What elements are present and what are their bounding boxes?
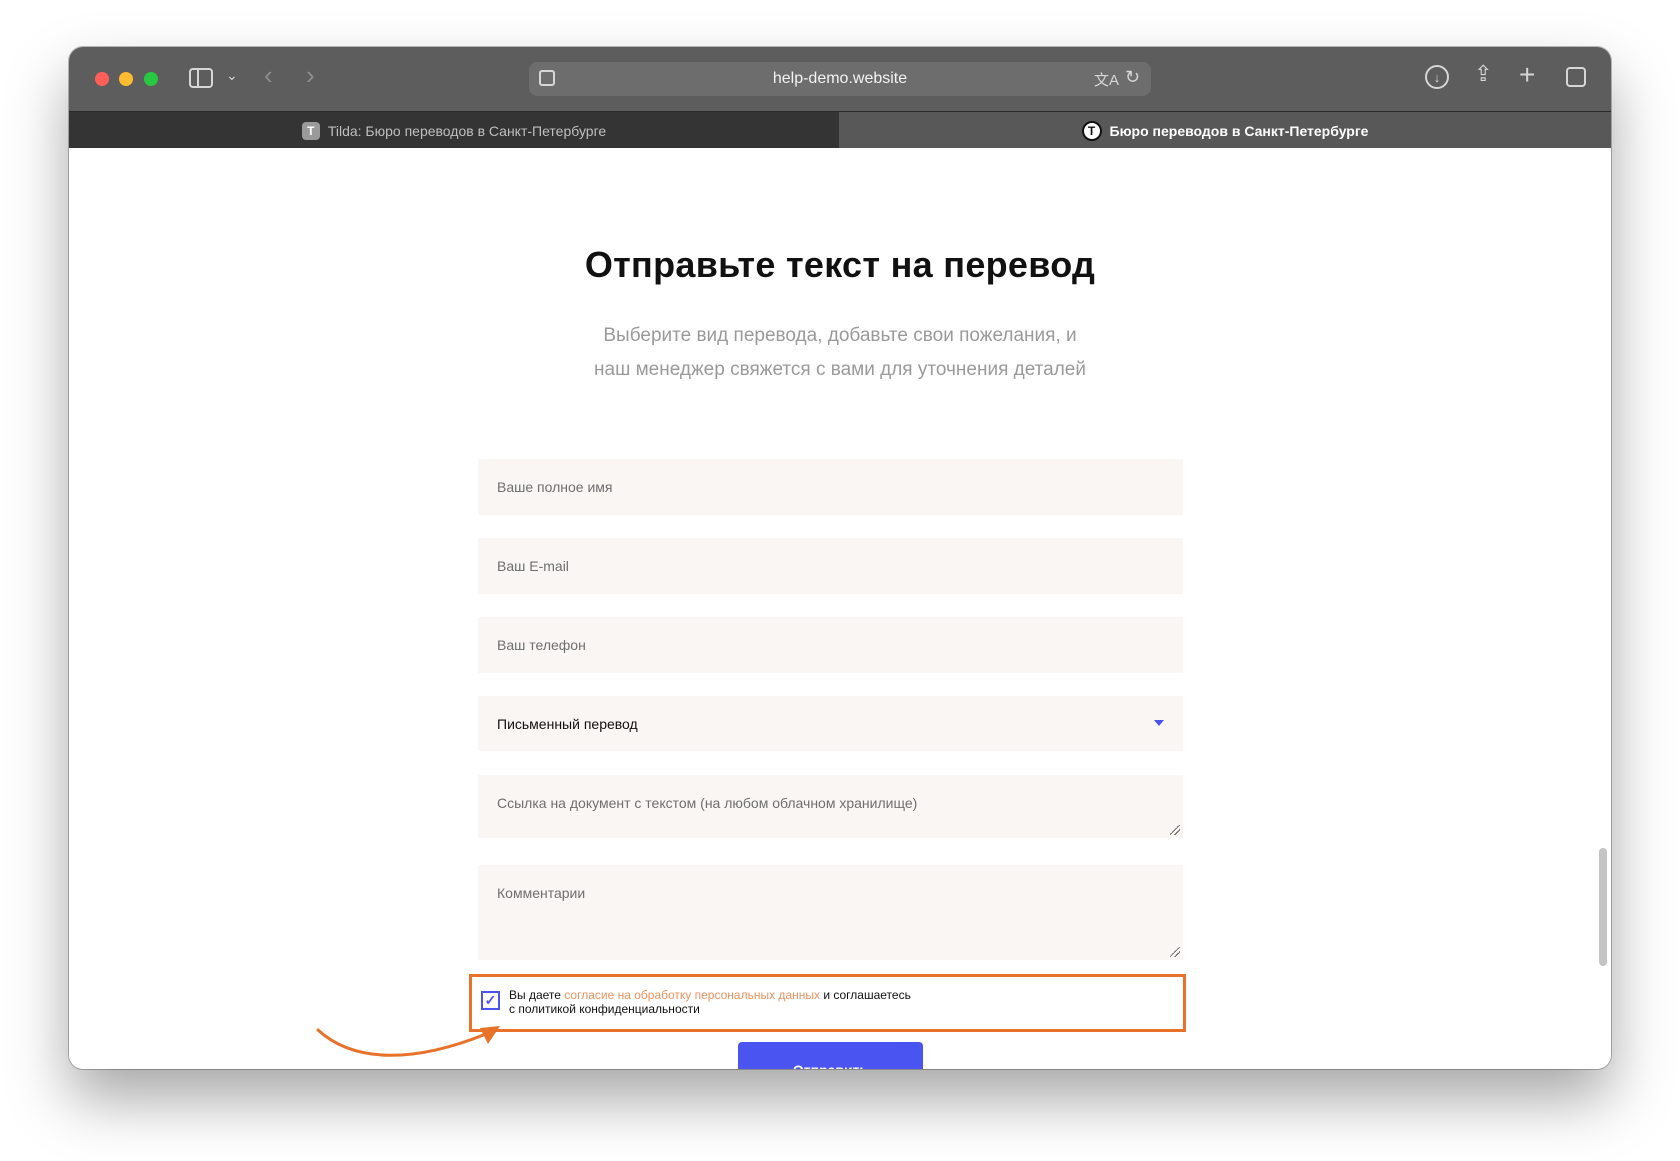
consent-text: Вы даете согласие на обработку персональ… <box>509 988 911 1016</box>
zoom-window-button[interactable] <box>144 72 158 86</box>
phone-field[interactable]: Ваш телефон <box>478 617 1183 673</box>
browser-toolbar: ⌄ ‹ › help-demo.website 文A ↻ ↓ ⇪ + <box>69 47 1611 111</box>
consent-suffix: и соглашаетесь <box>823 988 911 1002</box>
site-favicon-icon: T <box>1081 120 1102 141</box>
tab-overview-icon[interactable] <box>1566 67 1586 87</box>
consent-line-2: с политикой конфиденциальности <box>509 1002 700 1016</box>
forward-arrow-icon[interactable]: › <box>306 60 315 91</box>
consent-link[interactable]: согласие на обработку персональных данны… <box>564 988 820 1002</box>
chevron-down-icon[interactable]: ⌄ <box>226 67 238 84</box>
url-text: help-demo.website <box>772 70 908 87</box>
minimize-window-button[interactable] <box>119 72 133 86</box>
tab-active[interactable]: T Бюро переводов в Санкт-Петербурге <box>839 112 1611 149</box>
subtitle-line-2: наш менеджер свяжется с вами для уточнен… <box>594 359 1086 380</box>
resize-handle-icon[interactable] <box>1170 825 1180 835</box>
name-field[interactable]: Ваше полное имя <box>478 459 1183 515</box>
close-window-button[interactable] <box>95 72 109 86</box>
translation-type-select[interactable]: Письменный перевод <box>478 696 1183 751</box>
tab-label: Tilda: Бюро переводов в Санкт-Петербурге <box>327 122 607 139</box>
email-field[interactable]: Ваш E-mail <box>478 538 1183 594</box>
tilda-favicon-icon: T <box>301 121 320 140</box>
translate-icon[interactable]: 文A <box>1094 69 1119 90</box>
consent-highlight-box: ✓ Вы даете согласие на обработку персона… <box>469 974 1186 1032</box>
reload-icon[interactable]: ↻ <box>1125 67 1140 88</box>
comment-placeholder: Комментарии <box>497 885 586 901</box>
document-link-field[interactable]: Ссылка на документ с текстом (на любом о… <box>478 775 1183 838</box>
share-icon[interactable]: ⇪ <box>1474 61 1492 87</box>
resize-handle-icon[interactable] <box>1170 947 1180 957</box>
submit-button[interactable]: Отправить <box>738 1042 923 1069</box>
page-title: Отправьте текст на перевод <box>584 244 1096 285</box>
sidebar-icon[interactable] <box>189 68 213 88</box>
pointer-arrow-icon <box>316 1026 500 1057</box>
select-value: Письменный перевод <box>497 715 638 732</box>
tab-tilda[interactable]: T Tilda: Бюро переводов в Санкт-Петербур… <box>69 112 839 149</box>
new-tab-icon[interactable]: + <box>1519 59 1535 91</box>
dropdown-arrow-icon <box>1154 720 1164 726</box>
download-icon[interactable]: ↓ <box>1425 65 1449 89</box>
tab-label: Бюро переводов в Санкт-Петербурге <box>1109 122 1369 139</box>
scrollbar[interactable] <box>1599 848 1607 966</box>
page-content: Отправьте текст на перевод Выберите вид … <box>69 148 1611 1069</box>
subtitle-line-1: Выберите вид перевода, добавьте свои пож… <box>603 325 1077 346</box>
back-arrow-icon[interactable]: ‹ <box>264 60 273 91</box>
consent-prefix: Вы даете <box>509 988 561 1002</box>
address-bar[interactable]: help-demo.website 文A ↻ <box>529 62 1151 96</box>
comment-field[interactable]: Комментарии <box>478 865 1183 960</box>
tab-bar: T Tilda: Бюро переводов в Санкт-Петербур… <box>69 111 1611 149</box>
consent-checkbox[interactable]: ✓ <box>481 991 500 1010</box>
page-subtitle: Выберите вид перевода, добавьте свои пож… <box>69 319 1611 387</box>
link-placeholder: Ссылка на документ с текстом (на любом о… <box>497 795 918 811</box>
browser-window: ⌄ ‹ › help-demo.website 文A ↻ ↓ ⇪ + T Til… <box>69 47 1611 1069</box>
